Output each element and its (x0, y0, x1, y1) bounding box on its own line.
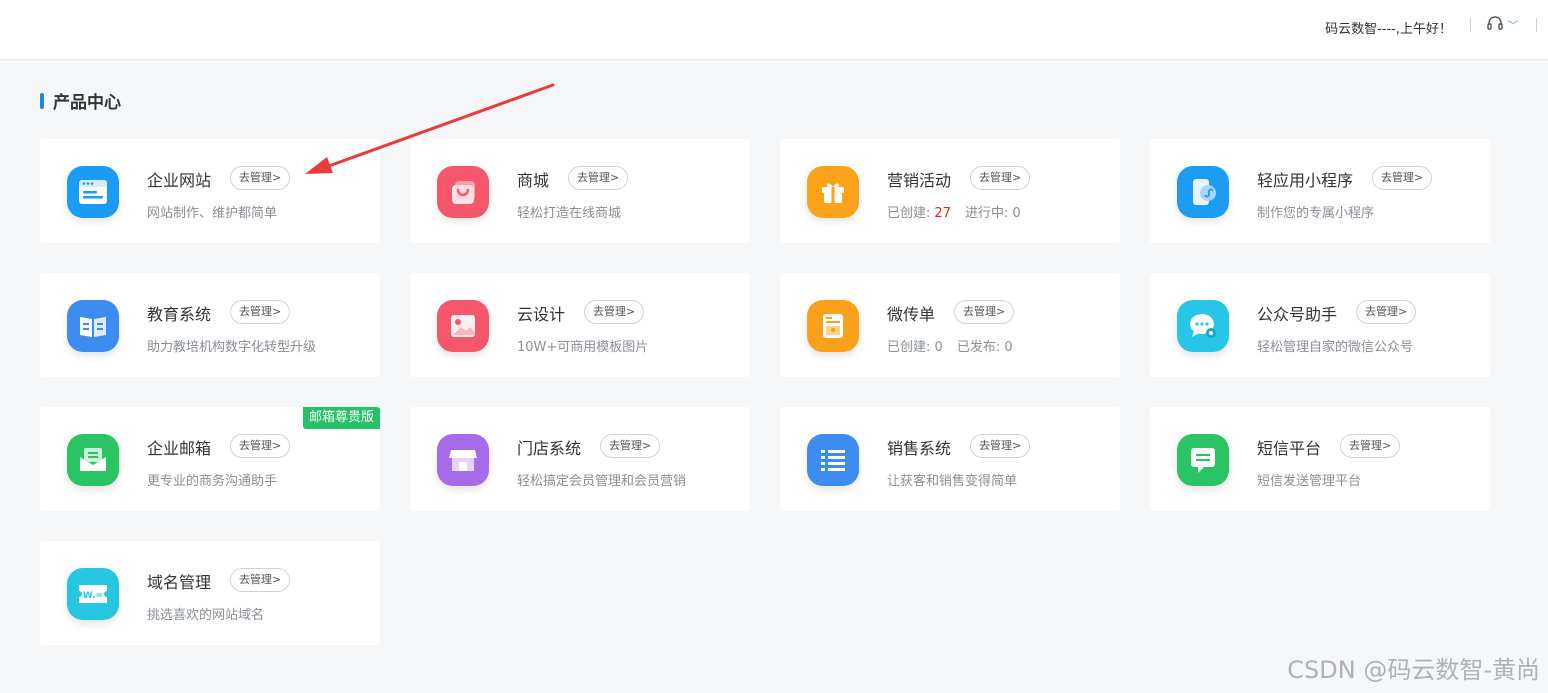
book-icon (67, 300, 119, 352)
product-card-marketing[interactable]: 营销活动 去管理> 已创建: 27 进行中: 0 (780, 139, 1120, 243)
product-stats: 已创建: 27 进行中: 0 (887, 202, 1021, 221)
created-count: 27 (934, 206, 951, 221)
product-card-official-account[interactable]: 公众号助手 去管理> 轻松管理自家的微信公众号 (1150, 273, 1490, 377)
manage-button[interactable]: 去管理> (1340, 434, 1401, 458)
product-name: 企业网站 (147, 171, 212, 190)
product-name: 短信平台 (1257, 439, 1322, 458)
created-label: 已创建: (887, 206, 931, 221)
product-name: 商城 (517, 171, 550, 190)
manage-button[interactable]: 去管理> (230, 166, 291, 190)
manage-button[interactable]: 去管理> (568, 166, 629, 190)
headset-icon (1487, 16, 1503, 30)
product-card-store[interactable]: 门店系统 去管理> 轻松搞定会员管理和会员营销 (410, 407, 750, 511)
divider (1470, 18, 1471, 32)
product-desc: 10W+可商用模板图片 (517, 340, 649, 355)
manage-button[interactable]: 去管理> (230, 434, 291, 458)
product-card-email[interactable]: 邮箱尊贵版 企业邮箱 去管理> 更专业的商务沟通助手 (40, 407, 380, 511)
premium-badge: 邮箱尊贵版 (302, 407, 380, 429)
divider (1536, 18, 1537, 32)
product-name: 轻应用小程序 (1257, 171, 1354, 190)
flyer-icon (807, 300, 859, 352)
manage-button[interactable]: 去管理> (970, 166, 1031, 190)
mail-icon (67, 434, 119, 486)
product-name: 域名管理 (147, 573, 212, 592)
product-card-sms[interactable]: 短信平台 去管理> 短信发送管理平台 (1150, 407, 1490, 511)
product-card-flyer[interactable]: 微传单 去管理> 已创建: 0 已发布: 0 (780, 273, 1120, 377)
in-progress-count: 0 (1012, 206, 1021, 221)
chevron-down-icon: ﹀ (1508, 20, 1518, 32)
product-stats: 已创建: 0 已发布: 0 (887, 336, 1013, 355)
greeting-text: 码云数智----,上午好！ (1325, 22, 1452, 37)
watermark: CSDN @码云数智-黄尚 (1287, 656, 1540, 684)
product-desc: 制作您的专属小程序 (1257, 206, 1375, 221)
product-card-sales[interactable]: 销售系统 去管理> 让获客和销售变得简单 (780, 407, 1120, 511)
product-card-website[interactable]: 企业网站 去管理> 网站制作、维护都简单 (40, 139, 380, 243)
image-icon (437, 300, 489, 352)
gift-icon (807, 166, 859, 218)
published-count: 0 (1004, 340, 1013, 355)
manage-button[interactable]: 去管理> (584, 300, 645, 324)
product-card-education[interactable]: 教育系统 去管理> 助力教培机构数字化转型升级 (40, 273, 380, 377)
in-progress-label: 进行中: (964, 206, 1009, 221)
product-desc: 更专业的商务沟通助手 (147, 474, 278, 489)
support-menu[interactable]: ﹀ (1486, 15, 1518, 33)
product-desc: 轻松管理自家的微信公众号 (1257, 340, 1414, 355)
product-name: 教育系统 (147, 305, 212, 324)
domain-ticket-text: W.= (83, 591, 103, 601)
product-card-mall[interactable]: 商城 去管理> 轻松打造在线商城 (410, 139, 750, 243)
product-name: 门店系统 (517, 439, 582, 458)
domain-ticket-icon: W.= (67, 568, 119, 620)
manage-button[interactable]: 去管理> (230, 300, 291, 324)
manage-button[interactable]: 去管理> (600, 434, 661, 458)
section-title-text: 产品中心 (53, 93, 121, 113)
wechat-icon (1177, 300, 1229, 352)
product-card-cloud-design[interactable]: 云设计 去管理> 10W+可商用模板图片 (410, 273, 750, 377)
product-card-domain[interactable]: W.= 域名管理 去管理> 挑选喜欢的网站域名 (40, 541, 380, 645)
top-bar: 码云数智----,上午好！ ﹀ (0, 0, 1548, 60)
created-count: 0 (934, 340, 943, 355)
manage-button[interactable]: 去管理> (230, 568, 291, 592)
store-icon (437, 434, 489, 486)
message-icon (1177, 434, 1229, 486)
product-name: 公众号助手 (1257, 305, 1338, 324)
product-name: 云设计 (517, 305, 566, 324)
product-name: 微传单 (887, 305, 936, 324)
list-icon (807, 434, 859, 486)
product-desc: 轻松搞定会员管理和会员营销 (517, 474, 687, 489)
published-label: 已发布: (956, 340, 1001, 355)
manage-button[interactable]: 去管理> (970, 434, 1031, 458)
title-accent-bar (40, 92, 44, 109)
browser-window-icon (67, 166, 119, 218)
product-desc: 短信发送管理平台 (1257, 474, 1362, 489)
section-title: 产品中心 (40, 88, 121, 113)
created-label: 已创建: (887, 340, 931, 355)
manage-button[interactable]: 去管理> (1356, 300, 1417, 324)
product-desc: 助力教培机构数字化转型升级 (147, 340, 317, 355)
product-desc: 轻松打造在线商城 (517, 206, 622, 221)
product-name: 企业邮箱 (147, 439, 212, 458)
mini-program-icon (1177, 166, 1229, 218)
product-desc: 挑选喜欢的网站域名 (147, 608, 265, 623)
manage-button[interactable]: 去管理> (954, 300, 1015, 324)
product-desc: 让获客和销售变得简单 (887, 474, 1018, 489)
product-card-miniprogram[interactable]: 轻应用小程序 去管理> 制作您的专属小程序 (1150, 139, 1490, 243)
manage-button[interactable]: 去管理> (1372, 166, 1433, 190)
product-name: 营销活动 (887, 171, 952, 190)
shopping-bag-icon (437, 166, 489, 218)
product-desc: 网站制作、维护都简单 (147, 206, 278, 221)
product-name: 销售系统 (887, 439, 952, 458)
